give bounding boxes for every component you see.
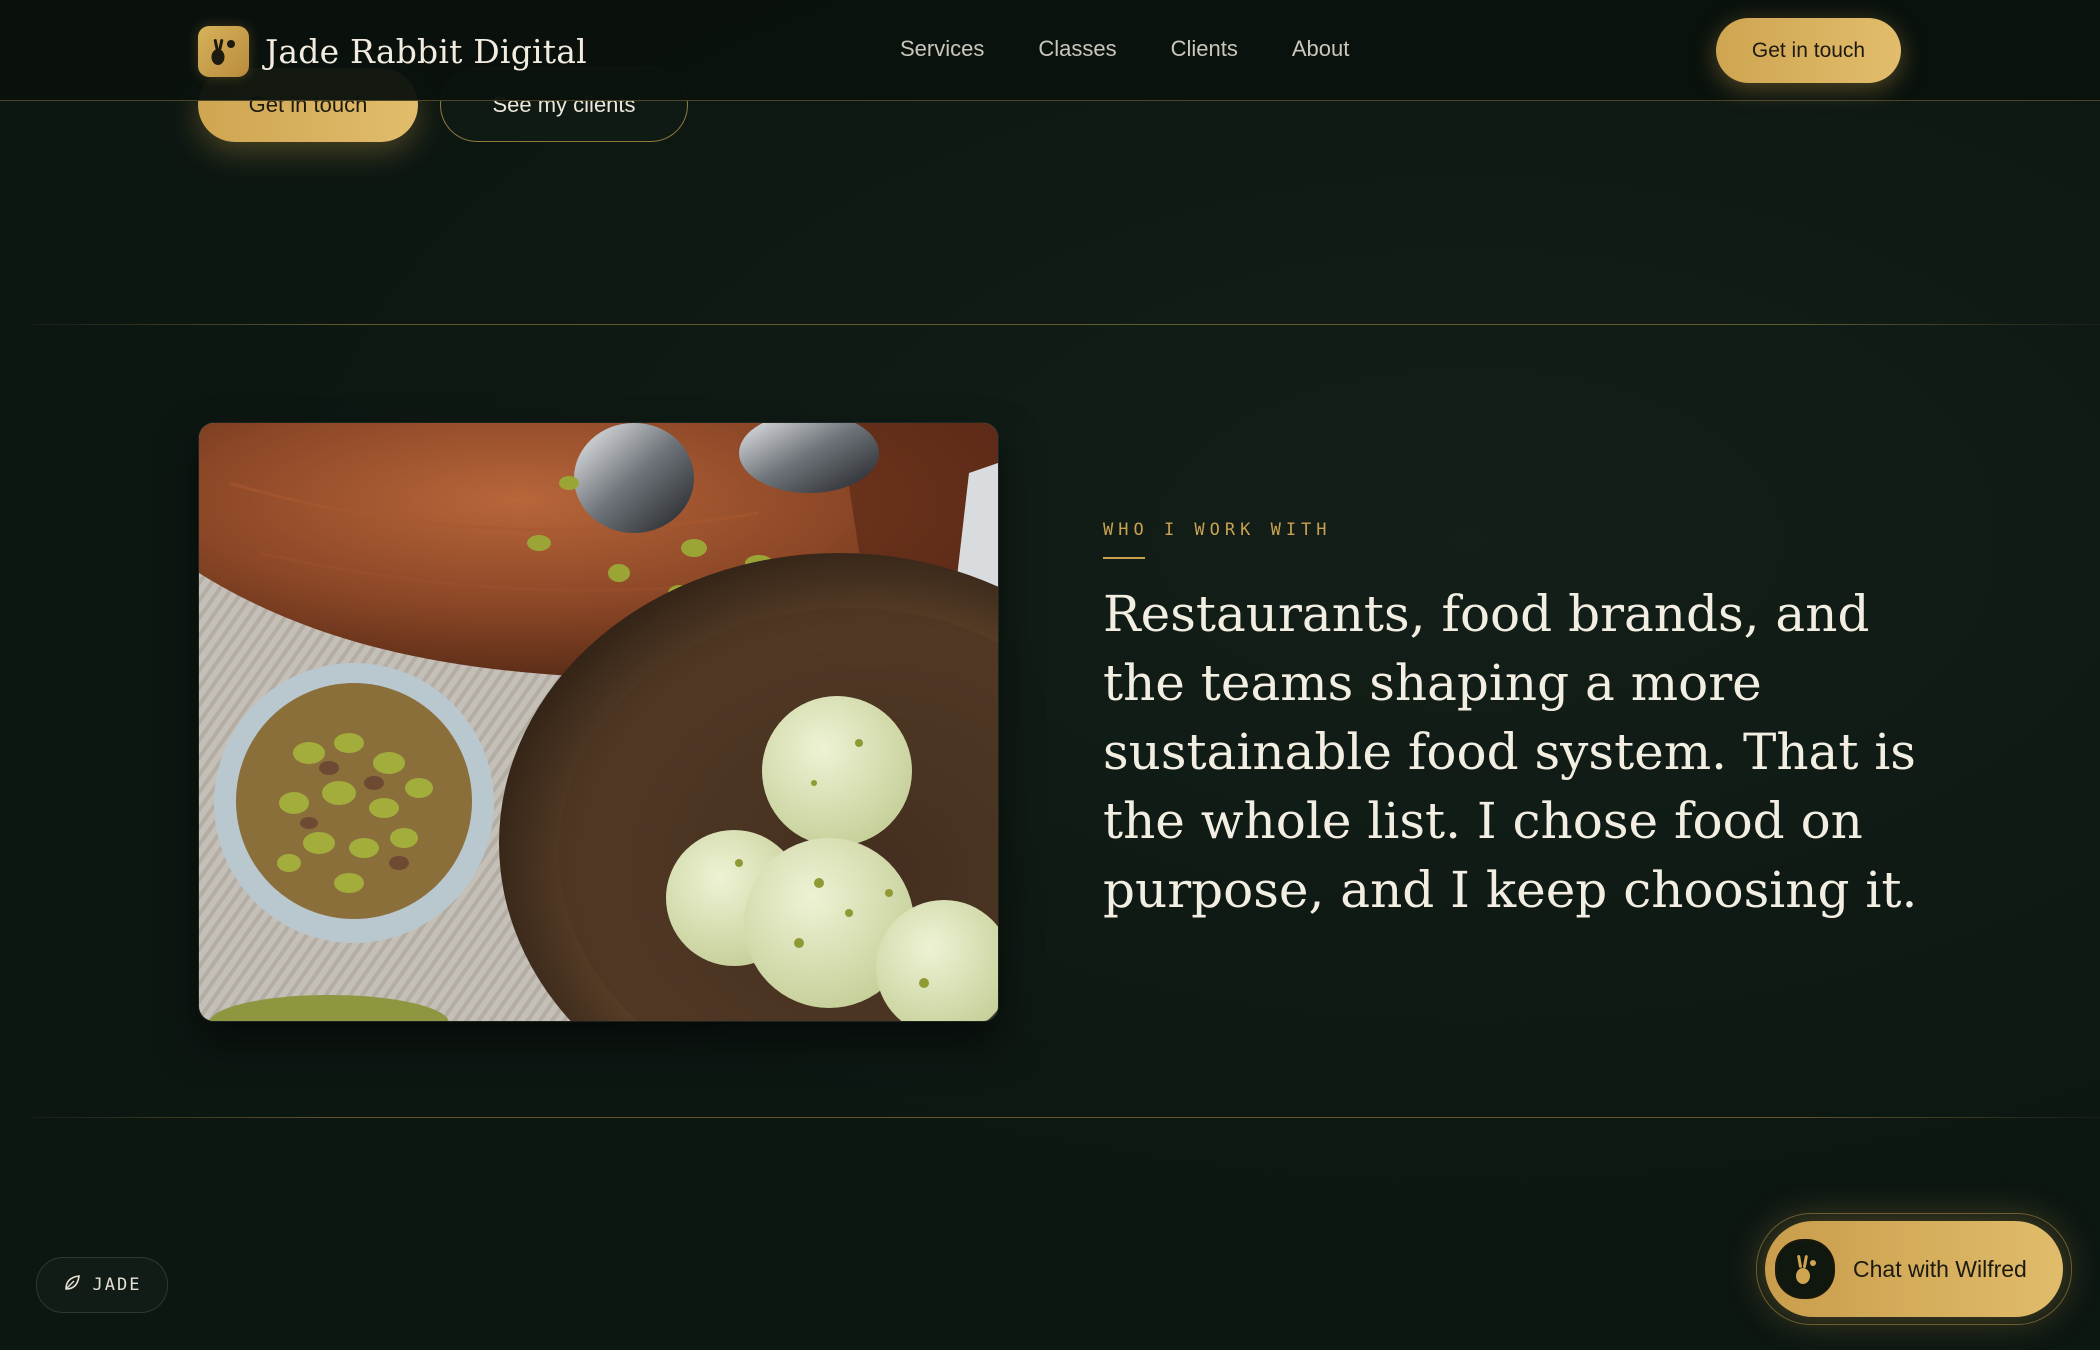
header-get-in-touch-button[interactable]: Get in touch xyxy=(1716,18,1901,83)
jade-badge-label: JADE xyxy=(92,1275,142,1295)
jade-badge[interactable]: JADE xyxy=(36,1257,168,1313)
section-body: Restaurants, food brands, and the teams … xyxy=(1103,585,1918,919)
brand-link[interactable]: Jade Rabbit Digital xyxy=(198,25,587,77)
chat-pill: Chat with Wilfred xyxy=(1765,1221,2063,1317)
section-divider-bottom xyxy=(30,1117,2100,1118)
food-photo xyxy=(198,422,999,1022)
brand-name: Jade Rabbit Digital xyxy=(265,31,587,71)
chat-with-wilfred-button[interactable]: Chat with Wilfred xyxy=(1756,1213,2072,1325)
eyebrow-rule xyxy=(1103,557,1145,559)
nav-services[interactable]: Services xyxy=(900,36,984,62)
nav-clients[interactable]: Clients xyxy=(1171,36,1238,62)
section-divider-top xyxy=(30,324,2100,325)
section-eyebrow: WHO I WORK WITH xyxy=(1103,520,1332,540)
nav-about[interactable]: About xyxy=(1292,36,1350,62)
rabbit-avatar-icon xyxy=(1775,1239,1835,1299)
nav-classes[interactable]: Classes xyxy=(1038,36,1116,62)
rabbit-logo-icon xyxy=(198,25,249,77)
leaf-icon xyxy=(63,1274,81,1296)
main-nav: Services Classes Clients About xyxy=(900,36,1349,62)
chat-label: Chat with Wilfred xyxy=(1853,1255,2027,1282)
site-header: Jade Rabbit Digital Services Classes Cli… xyxy=(0,0,2100,101)
